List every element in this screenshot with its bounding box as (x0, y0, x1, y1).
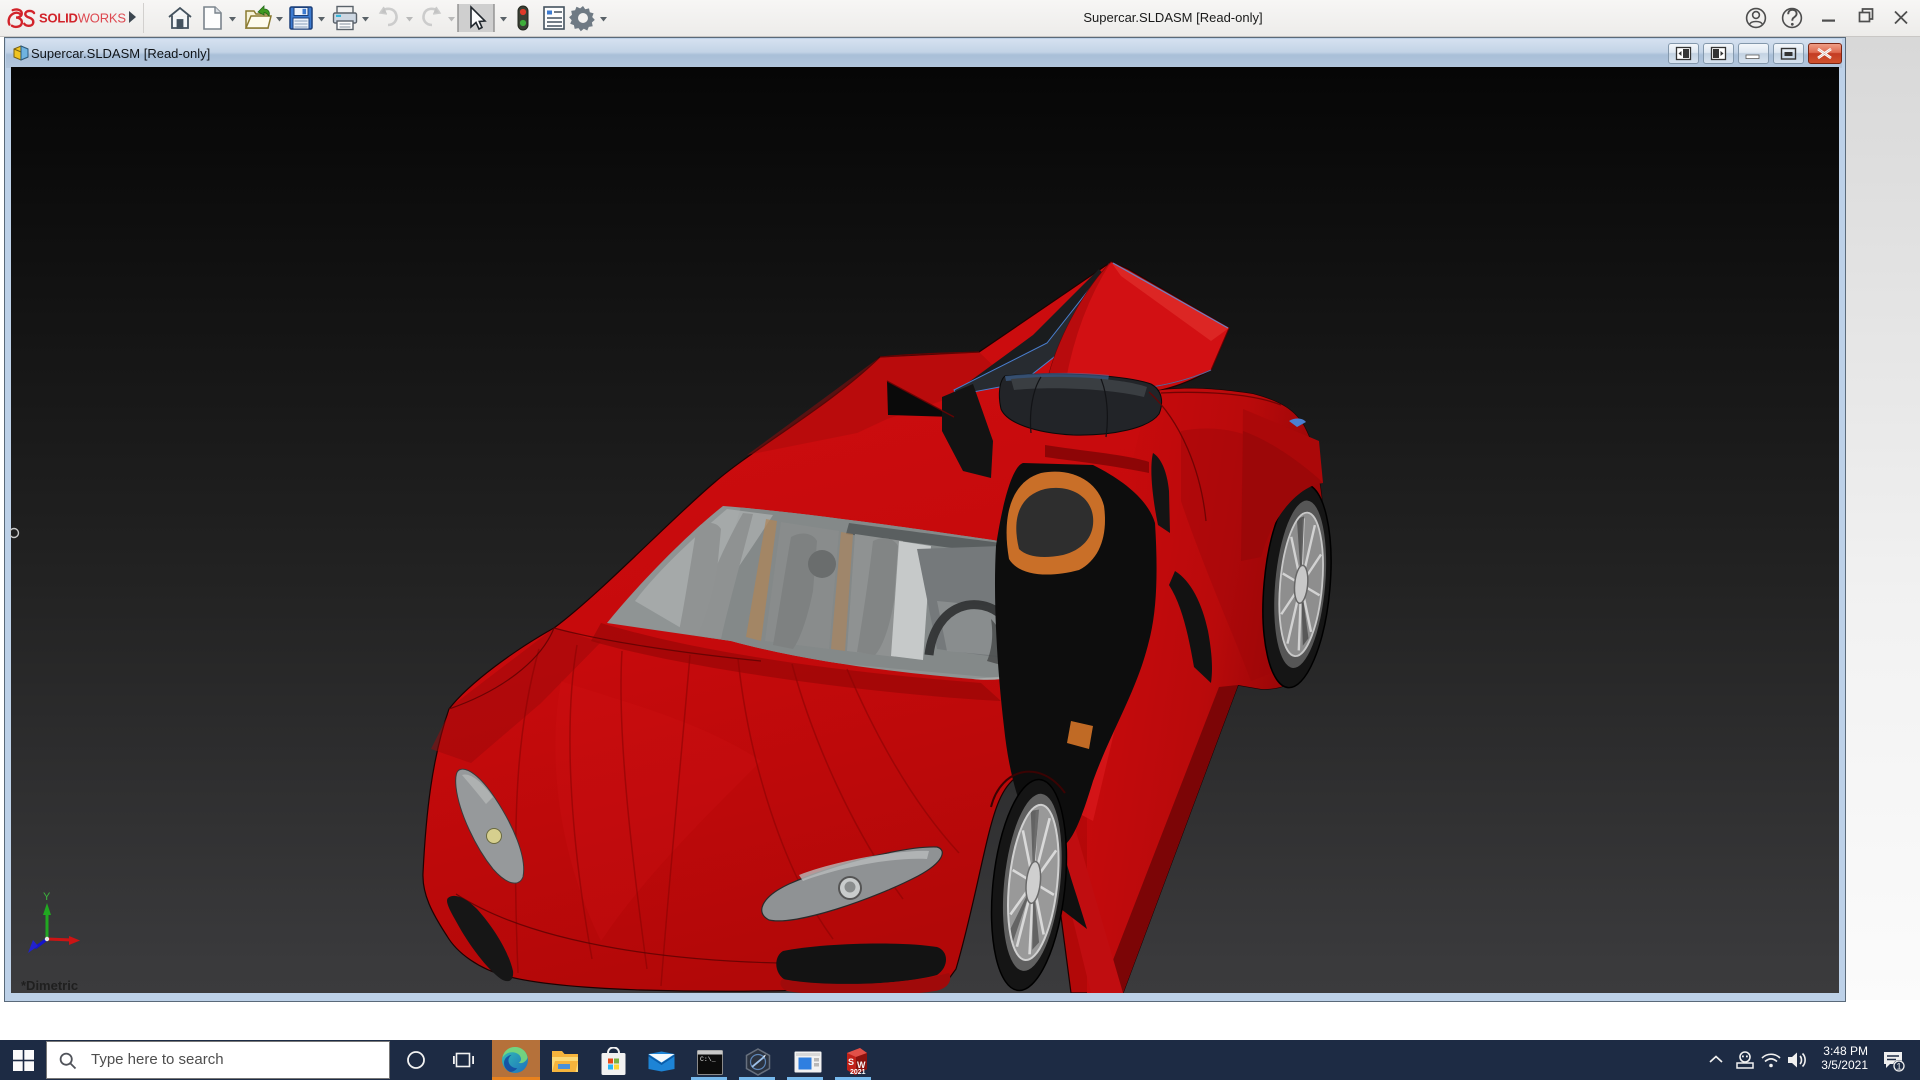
svg-text:C:\_: C:\_ (700, 1056, 716, 1063)
svg-text:1: 1 (1896, 1062, 1901, 1073)
svg-text:Y: Y (43, 891, 51, 903)
svg-text:S: S (848, 1057, 854, 1067)
svg-text:2021: 2021 (850, 1069, 866, 1076)
svg-text:SOLIDWORKS: SOLIDWORKS (39, 11, 126, 26)
